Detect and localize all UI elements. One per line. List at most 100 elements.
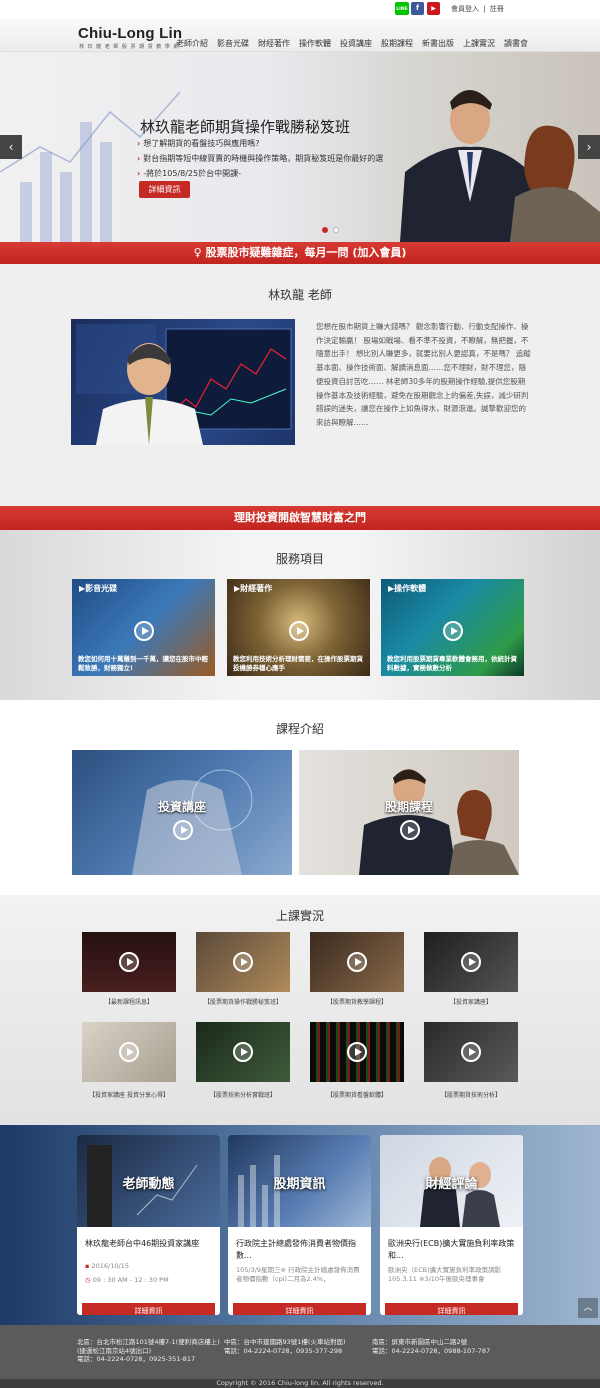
service-label: ▶操作軟體 bbox=[388, 584, 427, 593]
class-thumb[interactable] bbox=[310, 932, 404, 992]
footer-north: 北區：台北市松江路101號4樓7-1(便利商店樓上) (捷運松江南京站4號出口)… bbox=[77, 1338, 220, 1364]
service-card-dvd[interactable]: ▶影音光碟 教您如何用十萬賺到一千萬，讓您在股市中輕鬆致勝，財務獨立! bbox=[72, 579, 215, 676]
play-icon[interactable] bbox=[233, 952, 253, 972]
play-icon[interactable] bbox=[289, 621, 309, 641]
nav-item-reading-club[interactable]: 讀書會 bbox=[504, 38, 528, 49]
nav-item-seminar[interactable]: 投資講座 bbox=[340, 38, 372, 49]
class-caption[interactable]: 【最新課程訊息】 bbox=[74, 997, 184, 1006]
site-footer: 北區：台北市松江路101號4樓7-1(便利商店樓上) (捷運松江南京站4號出口)… bbox=[0, 1325, 600, 1388]
carousel-dot[interactable] bbox=[333, 227, 339, 233]
class-thumb[interactable] bbox=[82, 1022, 176, 1082]
details-button[interactable]: 詳細資訊 bbox=[82, 1303, 215, 1315]
carousel-dot[interactable] bbox=[322, 227, 328, 233]
line-icon[interactable]: LINE bbox=[395, 2, 409, 15]
footer-line: 中區：台中市建國路93號1樓(火車站對面) bbox=[224, 1338, 346, 1346]
class-thumb[interactable] bbox=[196, 1022, 290, 1082]
nav-item-books[interactable]: 財經著作 bbox=[258, 38, 290, 49]
service-label: ▶財經著作 bbox=[234, 584, 273, 593]
class-thumb[interactable] bbox=[424, 932, 518, 992]
footer-line: 電話：04-2224-0728，0935-377-298 bbox=[224, 1346, 343, 1355]
play-icon[interactable] bbox=[461, 952, 481, 972]
qa-banner[interactable]: ♀ 股票股市疑難雜症，每月一問 (加入會員) bbox=[0, 242, 600, 264]
footer-line: 電話：04-2224-0728，0925-351-817 bbox=[77, 1355, 196, 1363]
nav-item-software[interactable]: 操作軟體 bbox=[299, 38, 331, 49]
footer-line: 南區：屏東市新園區中山二路2號 bbox=[372, 1338, 468, 1346]
course-card-classes[interactable]: 股期課程 bbox=[299, 750, 519, 875]
calendar-icon: ▪ bbox=[85, 1262, 90, 1270]
carousel-dots bbox=[322, 227, 344, 233]
hero-banner: 林玖龍老師期貨操作戰勝秘笈班 › 想了解期貨的看盤技巧與應用嗎? › 對台指期等短中… bbox=[0, 52, 600, 242]
hero-line: › -將於105/8/25於台中開課- bbox=[137, 169, 241, 178]
footer-line: (捷運松江南京站4號出口) bbox=[77, 1346, 152, 1355]
class-thumb[interactable] bbox=[424, 1022, 518, 1082]
logo[interactable]: Chiu-Long Lin bbox=[78, 25, 182, 42]
site-header: Chiu-Long Lin 林 玖 龍 老 師 股 票 期 貨 教 學 網 老師… bbox=[0, 18, 600, 52]
class-caption[interactable]: 【股票期貨看盤軟體】 bbox=[302, 1090, 412, 1099]
carousel-prev-button[interactable]: ‹ bbox=[0, 135, 22, 159]
class-caption[interactable]: 【股票期貨技術分析】 bbox=[416, 1090, 526, 1099]
course-card-seminar[interactable]: 投資講座 bbox=[72, 750, 292, 875]
card-excerpt: 105/3/9星期三※ 行政院主計總處發佈消費者物價指數（cpi)二月為2.4%… bbox=[236, 1266, 360, 1283]
carousel-next-button[interactable]: › bbox=[578, 135, 600, 159]
play-icon[interactable] bbox=[400, 820, 420, 840]
nav-item-teacher[interactable]: 老師介紹 bbox=[176, 38, 208, 49]
news-card-market: 股期資訊 行政院主計總處發佈消費者物價指數... 105/3/9星期三※ 行政院… bbox=[228, 1135, 371, 1315]
play-icon[interactable] bbox=[119, 952, 139, 972]
service-card-software[interactable]: ▶操作軟體 教您利用股票期貨專業軟體會務用，依統計資料數據，實務做數分析 bbox=[381, 579, 524, 676]
services-section: 服務項目 ▶影音光碟 教您如何用十萬賺到一千萬，讓您在股市中輕鬆致勝，財務獨立!… bbox=[0, 530, 600, 700]
footer-line: 電話：04-2224-0728，0988-107-787 bbox=[372, 1346, 491, 1355]
top-utility-bar: LINE f ▶ 會員登入 | 註冊 bbox=[0, 0, 600, 18]
play-icon[interactable] bbox=[134, 621, 154, 641]
teacher-section: 林玖龍 老師 您想在股市期貨上賺大錢嗎？ 觀念影響行動、行動支配操作、操作決定輸… bbox=[0, 264, 600, 506]
account-links: 會員登入 | 註冊 bbox=[451, 4, 504, 14]
nav-item-new-books[interactable]: 新書出版 bbox=[422, 38, 454, 49]
courses-title: 課程介紹 bbox=[275, 722, 324, 736]
hero-details-button[interactable]: 詳細資訊 bbox=[139, 181, 190, 198]
play-icon[interactable] bbox=[173, 820, 193, 840]
service-card-books[interactable]: ▶財經著作 教您利用技術分析理財需要，在操作股票期貨投機勝券穩心應手 bbox=[227, 579, 370, 676]
card-label: 股期資訊 bbox=[273, 1177, 326, 1192]
card-image: 財經評論 bbox=[380, 1135, 523, 1227]
play-icon[interactable] bbox=[347, 1042, 367, 1062]
nav-item-courses[interactable]: 股期課程 bbox=[381, 38, 413, 49]
play-icon[interactable] bbox=[119, 1042, 139, 1062]
back-to-top-button[interactable]: ︿ bbox=[578, 1298, 598, 1318]
slogan-banner: 理財投資開啟智慧財富之門 bbox=[0, 506, 600, 530]
class-thumb[interactable] bbox=[310, 1022, 404, 1082]
hero-line: › 對台指期等短中線買賣的時機與操作策略，期貨秘笈班是你最好的選 bbox=[137, 154, 384, 163]
class-caption[interactable]: 【投資家講座 投資分享心得】 bbox=[74, 1090, 184, 1099]
card-image: 股期資訊 bbox=[228, 1135, 371, 1227]
class-caption[interactable]: 【股票期貨教學課程】 bbox=[302, 997, 412, 1006]
class-caption[interactable]: 【投資家講座】 bbox=[416, 997, 526, 1006]
teacher-photo bbox=[71, 319, 295, 445]
card-title[interactable]: 林玖龍老師台中46期投資家講座 bbox=[85, 1238, 213, 1250]
play-icon[interactable] bbox=[233, 1042, 253, 1062]
service-label: ▶影音光碟 bbox=[79, 584, 118, 593]
logo-subtitle: 林 玖 龍 老 師 股 票 期 貨 教 學 網 bbox=[79, 44, 180, 50]
youtube-icon[interactable]: ▶ bbox=[427, 2, 440, 15]
details-button[interactable]: 詳細資訊 bbox=[233, 1303, 366, 1315]
service-caption: 教您利用技術分析理財需要，在操作股票期貨投機勝券穩心應手 bbox=[233, 655, 363, 672]
facebook-icon[interactable]: f bbox=[411, 2, 424, 15]
hero-line: › 想了解期貨的看盤技巧與應用嗎? bbox=[137, 139, 260, 148]
nav-item-dvd[interactable]: 影音光碟 bbox=[217, 38, 249, 49]
login-link[interactable]: 會員登入 bbox=[451, 5, 479, 13]
play-icon[interactable] bbox=[443, 621, 463, 641]
class-caption[interactable]: 【股票期貨操作戰勝秘笈班】 bbox=[188, 997, 298, 1006]
play-icon[interactable] bbox=[461, 1042, 481, 1062]
qa-banner-text: 股票股市疑難雜症，每月一問 (加入會員) bbox=[205, 246, 407, 259]
card-title[interactable]: 行政院主計總處發佈消費者物價指數... bbox=[236, 1238, 364, 1262]
teacher-title: 林玖龍 老師 bbox=[268, 288, 332, 302]
course-label: 股期課程 bbox=[384, 800, 433, 814]
class-caption[interactable]: 【股票技術分析實戰班】 bbox=[188, 1090, 298, 1099]
nav-item-class-live[interactable]: 上課實況 bbox=[463, 38, 495, 49]
play-icon[interactable] bbox=[347, 952, 367, 972]
register-link[interactable]: 註冊 bbox=[490, 5, 504, 13]
footer-central: 中區：台中市建國路93號1樓(火車站對面) 電話：04-2224-0728，09… bbox=[224, 1338, 345, 1355]
card-title[interactable]: 歐洲央行(ECB)擴大實施負利率政策和... bbox=[388, 1238, 516, 1262]
class-thumb[interactable] bbox=[82, 932, 176, 992]
divider: | bbox=[483, 5, 486, 13]
class-thumb[interactable] bbox=[196, 932, 290, 992]
details-button[interactable]: 詳細資訊 bbox=[385, 1303, 518, 1315]
courses-section: 課程介紹 投資講座 股期課程 bbox=[0, 700, 600, 895]
